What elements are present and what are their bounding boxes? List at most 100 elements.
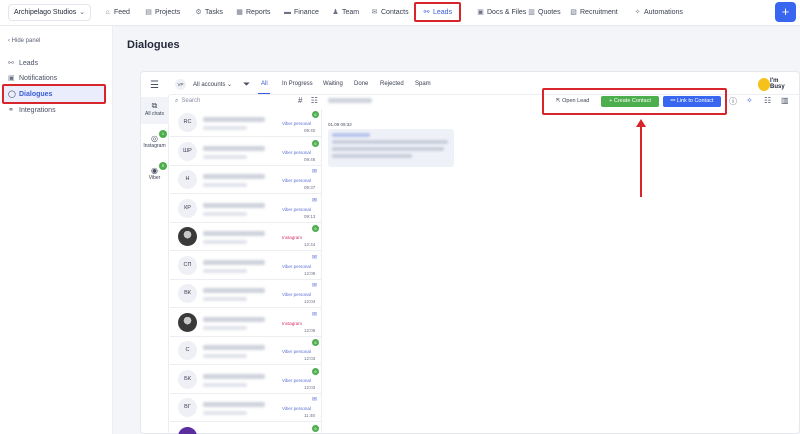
nav-label: Recruitment	[580, 9, 618, 16]
chat-icon: ⧉	[151, 101, 158, 110]
chat-list-item[interactable]: RC Viber personal 09:40 6	[170, 109, 322, 137]
tab-spam[interactable]: Spam	[415, 81, 431, 87]
account-avatar[interactable]: VP	[175, 79, 186, 90]
accounts-label: All accounts	[193, 82, 226, 88]
contact-name	[203, 316, 265, 322]
avatar	[178, 312, 197, 332]
search-icon: ⌕	[175, 98, 179, 104]
contact-name	[203, 174, 265, 179]
message-preview	[203, 325, 247, 330]
nav-docs-files[interactable]: ▣ Docs & Files	[477, 5, 526, 20]
chat-time: 09:37	[304, 185, 316, 190]
nav-label: Quotes	[538, 9, 561, 16]
channel-all-chats[interactable]: ⧉ All chats	[140, 101, 169, 117]
info-icon[interactable]: ⓘ	[729, 96, 737, 107]
sliders-icon[interactable]: ☷	[764, 96, 771, 105]
chat-list-item[interactable]: КР Viber personal 09:13 ✉	[170, 195, 322, 223]
tab-done[interactable]: Done	[354, 81, 368, 87]
sidebar-item-dialogues[interactable]: ◯ Dialogues	[8, 90, 52, 98]
chevron-down-icon: ⌄	[227, 82, 233, 88]
tab-rejected[interactable]: Rejected	[380, 81, 404, 87]
message-preview	[203, 211, 247, 216]
chat-time: 12:09	[304, 270, 316, 276]
chat-list-item[interactable]: ВГ Viber personal 11:48 ✉	[170, 394, 322, 422]
tab-waiting[interactable]: Waiting	[323, 81, 343, 87]
sliders-icon[interactable]: ☷	[311, 96, 318, 105]
leads-highlight-box	[414, 2, 461, 22]
panel-toggle-icon[interactable]: ▥	[781, 96, 789, 105]
instagram-count-badge: 1	[159, 130, 167, 138]
message-preview	[203, 268, 247, 273]
mail-icon: ✉	[312, 311, 318, 318]
avatar	[178, 227, 197, 246]
nav-automations[interactable]: ✧ Automations	[634, 5, 683, 20]
source-label: Viber personal	[282, 377, 311, 383]
nav-label: Feed	[114, 9, 130, 16]
filter-icon[interactable]: ⏷	[243, 79, 250, 90]
quotes-icon: ▥	[528, 9, 535, 16]
chat-list-item[interactable]: 6	[170, 423, 322, 434]
contact-name	[203, 259, 265, 265]
hide-panel-label: Hide panel	[11, 38, 41, 44]
avatar: БК	[178, 369, 197, 389]
nav-reports[interactable]: ▦ Reports	[236, 5, 270, 20]
busy-status-logo[interactable]: I'm Busy	[758, 76, 794, 93]
annotation-arrow	[640, 126, 642, 197]
contact-name	[203, 231, 265, 236]
chat-list-item[interactable]: Н Viber personal 09:37 ✉	[170, 166, 322, 194]
chat-list-item[interactable]: БК Viber personal 12:03 6	[170, 366, 322, 394]
busy-text: I'm Busy	[770, 78, 785, 90]
menu-icon[interactable]: ☰	[150, 80, 159, 91]
hide-panel-button[interactable]: ‹ Hide panel	[8, 38, 40, 44]
company-selector[interactable]: Archipelago Studios ⌄	[8, 4, 91, 21]
notifications-icon: ▣	[8, 75, 15, 82]
search-input[interactable]: ⌕ Search	[175, 98, 200, 105]
source-label: Viber personal	[282, 149, 311, 155]
chat-list-item[interactable]: СП Viber personal 12:09 ✉	[170, 252, 322, 280]
avatar: RC	[178, 113, 197, 132]
source-label: Viber personal	[282, 178, 311, 183]
create-contact-button[interactable]: + Create Contact	[601, 96, 659, 107]
nav-quotes[interactable]: ▥ Quotes	[528, 5, 561, 20]
nav-team[interactable]: ♟ Team	[332, 5, 359, 20]
sidebar-item-notifications[interactable]: ▣ Notifications	[8, 74, 57, 82]
magic-icon[interactable]: ✧	[746, 96, 753, 105]
nav-recruitment[interactable]: ▧ Recruitment	[570, 5, 618, 20]
chat-list-item[interactable]: ВК Viber personal 12:04 ✉	[170, 280, 322, 308]
chevron-down-icon: ⌄	[79, 9, 85, 16]
avatar: Н	[178, 170, 197, 189]
sidebar-item-leads[interactable]: ⚯ Leads	[8, 59, 38, 67]
message-preview	[203, 126, 247, 130]
contact-name	[203, 202, 265, 208]
nav-finance[interactable]: ▬ Finance	[284, 5, 319, 20]
reports-icon: ▦	[236, 9, 243, 16]
projects-icon: ▤	[145, 9, 152, 16]
chat-list-item[interactable]: ШР Viber personal 09:46 6	[170, 138, 322, 166]
search-placeholder: Search	[181, 98, 201, 104]
open-lead-button[interactable]: ⇱ Open Lead	[556, 98, 589, 104]
chat-list-item[interactable]: С Viber personal 12:03 6	[170, 337, 322, 365]
nav-feed[interactable]: ⌂ Feed	[104, 5, 130, 20]
tab-all[interactable]: All	[261, 81, 268, 87]
chat-time: 11:48	[304, 413, 315, 418]
chat-time: 09:46	[304, 156, 316, 162]
message-preview	[203, 183, 247, 187]
recruitment-icon: ▧	[570, 9, 577, 16]
chat-list-item[interactable]: Instagram 12:09 ✉	[170, 309, 322, 337]
nav-label: Finance	[294, 9, 319, 16]
accounts-dropdown[interactable]: All accounts ⌄	[193, 81, 232, 88]
tab-in-progress[interactable]: In Progress	[282, 81, 313, 87]
nav-projects[interactable]: ▤ Projects	[145, 5, 180, 20]
message-bubble	[328, 129, 454, 167]
chat-time: 09:40	[304, 128, 316, 133]
nav-contacts[interactable]: ✉ Contacts	[371, 5, 409, 20]
nav-tasks[interactable]: ⚙ Tasks	[195, 5, 223, 20]
chat-time: 12:09	[304, 327, 316, 333]
nav-label: Projects	[155, 9, 181, 16]
chat-list-item[interactable]: Instagram 12:44 6	[170, 223, 322, 251]
sidebar-item-integrations[interactable]: ⚭ Integrations	[8, 106, 56, 114]
link-to-contact-button[interactable]: ⚯ Link to Contact	[663, 96, 721, 107]
source-label: Viber personal	[282, 349, 311, 354]
add-button[interactable]: +	[775, 2, 796, 22]
hashtag-icon[interactable]: #	[298, 96, 302, 105]
